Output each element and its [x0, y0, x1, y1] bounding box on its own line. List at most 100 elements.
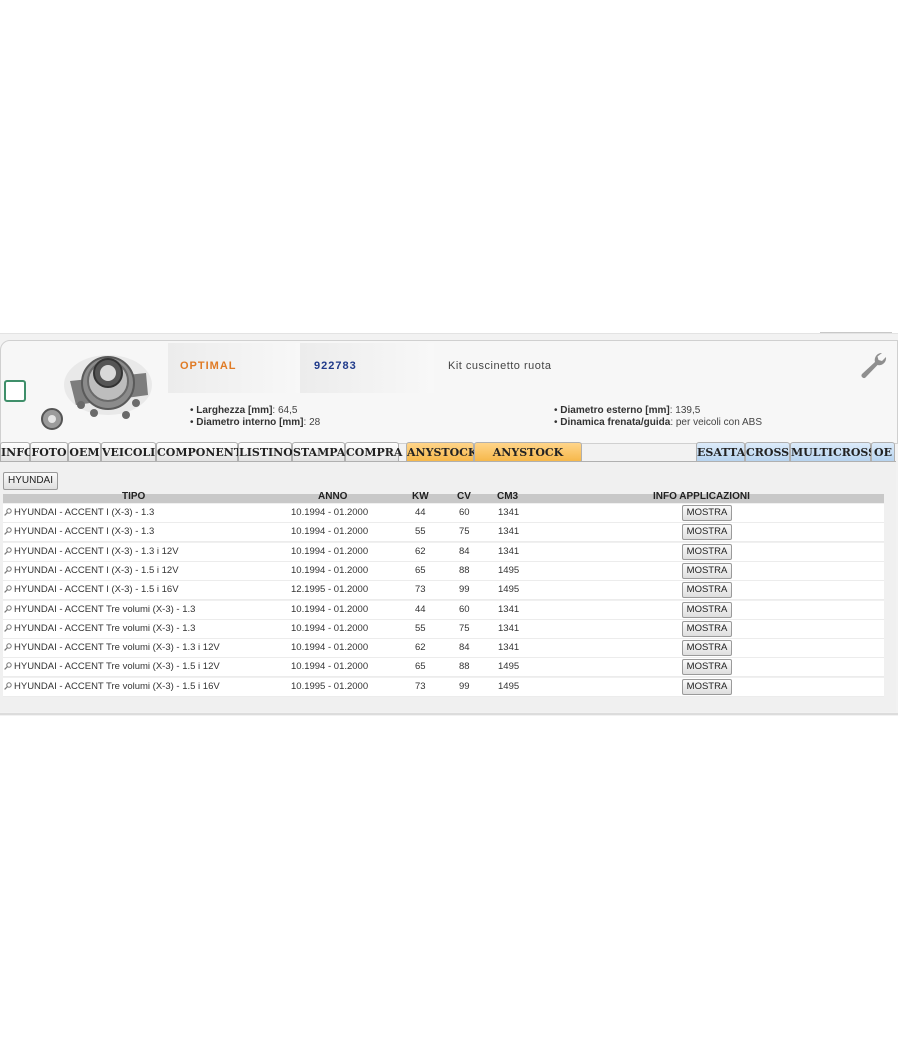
spec-right-1: • Diametro esterno [mm]: 139,5 [554, 405, 701, 416]
cell-cv: 84 [459, 642, 470, 654]
cell-kw: 65 [415, 564, 426, 576]
cell-anno: 10.1994 - 01.2000 [291, 564, 369, 576]
magnifier-icon[interactable] [4, 662, 12, 671]
magnifier-icon[interactable] [4, 643, 12, 651]
table-row: HYUNDAI - ACCENT Tre volumi (X-3) - 1.5 … [3, 658, 884, 678]
magnifier-icon[interactable] [4, 566, 12, 574]
table-row: HYUNDAI - ACCENT I (X-3) - 1.3 10.1994 - … [3, 523, 884, 543]
cell-cm3: 1341 [498, 642, 520, 654]
tab-cross[interactable]: CROSS [745, 442, 790, 461]
cell-tipo[interactable]: HYUNDAI - ACCENT Tre volumi (X-3) - 1.5 … [14, 661, 220, 672]
tab-anystock-cross[interactable]: ANYSTOCK CROSS [474, 442, 582, 478]
cell-tipo[interactable]: HYUNDAI - ACCENT I (X-3) - 1.3 i 12V [14, 546, 179, 557]
cell-cv: 60 [459, 507, 470, 518]
cell-kw: 44 [415, 507, 426, 518]
magnifier-icon[interactable] [4, 604, 12, 613]
cell-anno: 10.1994 - 01.2000 [291, 661, 369, 673]
cell-kw: 65 [415, 661, 426, 673]
wheel-hub-photo [41, 355, 152, 430]
cell-cv: 99 [459, 584, 470, 596]
tab-foto[interactable]: FOTO [30, 442, 68, 461]
spec-left-1: • Larghezza [mm]: 64,5 [190, 405, 298, 416]
cell-kw: 73 [415, 584, 426, 596]
table-row: HYUNDAI - ACCENT Tre volumi (X-3) - 1.3 … [3, 639, 884, 659]
cell-tipo[interactable]: HYUNDAI - ACCENT I (X-3) - 1.3 [14, 507, 154, 518]
cell-anno: 10.1994 - 01.2000 [291, 603, 369, 615]
magnifier-icon[interactable] [4, 681, 12, 690]
mostra-button[interactable]: MOSTRA [682, 543, 732, 560]
cell-tipo[interactable]: HYUNDAI - ACCENT Tre volumi (X-3) - 1.3 … [14, 642, 220, 653]
cell-cv: 88 [459, 661, 470, 673]
cell-cv: 88 [459, 564, 470, 576]
magnifier-icon[interactable] [4, 508, 12, 516]
cell-tipo[interactable]: HYUNDAI - ACCENT Tre volumi (X-3) - 1.3 [14, 604, 195, 615]
cell-kw: 62 [415, 642, 426, 654]
cell-cv: 75 [459, 622, 470, 634]
mostra-button[interactable]: MOSTRA [682, 505, 732, 521]
table-row: HYUNDAI - ACCENT I (X-3) - 1.3 10.1994 - … [3, 504, 884, 523]
spec-left-2: • Diametro interno [mm]: 28 [190, 417, 321, 428]
mostra-button[interactable]: MOSTRA [682, 582, 732, 599]
cell-anno: 10.1994 - 01.2000 [291, 526, 369, 538]
bottom-divider [0, 713, 898, 715]
cell-anno: 10.1994 - 01.2000 [291, 642, 369, 654]
magnifier-icon[interactable] [4, 527, 12, 536]
cell-cm3: 1341 [498, 545, 520, 557]
top-divider [820, 332, 892, 333]
spec-right-2: • Dinamica frenata/guida: per veicoli co… [554, 417, 763, 428]
mostra-button[interactable]: MOSTRA [682, 659, 732, 676]
cell-anno: 12.1995 - 01.2000 [291, 584, 369, 596]
header-cm3: CM3 [497, 491, 519, 502]
tab-compra[interactable]: COMPRA [345, 442, 402, 461]
tab-info[interactable]: INFO [0, 442, 34, 461]
article-description: Kit cuscinetto ruota [448, 360, 552, 372]
tab-anystock[interactable]: ANYSTOCK [406, 442, 477, 461]
table-row: HYUNDAI - ACCENT Tre volumi (X-3) - 1.5 … [3, 677, 884, 697]
hyundai-filter-button[interactable]: HYUNDAI [3, 472, 59, 490]
mostra-button[interactable]: MOSTRA [682, 640, 732, 657]
cell-tipo[interactable]: HYUNDAI - ACCENT I (X-3) - 1.5 i 12V [14, 565, 179, 576]
tab-stampa[interactable]: STAMPA [292, 442, 345, 461]
magnifier-icon[interactable] [4, 546, 12, 555]
cell-anno: 10.1994 - 01.2000 [291, 622, 369, 634]
tab-multicross[interactable]: MULTICROSS [790, 442, 876, 461]
header-anno: ANNO [318, 491, 348, 502]
mostra-button[interactable]: MOSTRA [682, 678, 732, 695]
magnifier-icon[interactable] [4, 585, 12, 594]
cell-tipo[interactable]: HYUNDAI - ACCENT I (X-3) - 1.5 i 16V [14, 584, 179, 595]
tab-veicoli[interactable]: VEICOLI [101, 442, 156, 461]
wrench-icon[interactable] [858, 350, 888, 380]
header-kw: KW [412, 491, 429, 502]
cell-cm3: 1495 [498, 584, 520, 596]
select-checkbox[interactable] [4, 380, 26, 402]
mostra-button[interactable]: MOSTRA [682, 601, 732, 618]
brand-name: OPTIMAL [180, 360, 237, 372]
tab-oem[interactable]: OEM [68, 442, 101, 461]
cell-kw: 55 [415, 622, 426, 634]
cell-cv: 84 [459, 545, 470, 557]
tab-esatta[interactable]: ESATTA [696, 442, 745, 461]
cell-cm3: 1341 [498, 507, 520, 518]
tab-componenti[interactable]: COMPONENTI [156, 442, 247, 461]
cell-cm3: 1341 [498, 603, 520, 615]
magnifier-icon[interactable] [4, 624, 12, 632]
cell-cm3: 1341 [498, 526, 520, 538]
tab-listino[interactable]: LISTINO [238, 442, 293, 461]
cell-kw: 62 [415, 545, 426, 557]
cell-anno: 10.1994 - 01.2000 [291, 507, 369, 518]
mostra-button[interactable]: MOSTRA [682, 562, 732, 579]
cell-anno: 10.1995 - 01.2000 [291, 680, 369, 692]
table-row: HYUNDAI - ACCENT Tre volumi (X-3) - 1.3 1… [3, 600, 884, 620]
cell-tipo[interactable]: HYUNDAI - ACCENT Tre volumi (X-3) - 1.5 … [14, 681, 220, 692]
mostra-button[interactable]: MOSTRA [682, 524, 732, 541]
cell-cv: 99 [459, 680, 470, 692]
mostra-button[interactable]: MOSTRA [682, 620, 732, 637]
article-code[interactable]: 922783 [314, 360, 357, 372]
header-info-applicazioni: INFO APPLICAZIONI [653, 491, 750, 502]
cell-tipo[interactable]: HYUNDAI - ACCENT Tre volumi (X-3) - 1.3 [14, 623, 195, 634]
cell-kw: 73 [415, 680, 426, 692]
tab-oe[interactable]: OE [871, 442, 895, 461]
table-row: HYUNDAI - ACCENT I (X-3) - 1.5 i 16V 12.1… [3, 581, 884, 601]
cell-cv: 60 [459, 603, 470, 615]
cell-tipo[interactable]: HYUNDAI - ACCENT I (X-3) - 1.3 [14, 526, 154, 537]
